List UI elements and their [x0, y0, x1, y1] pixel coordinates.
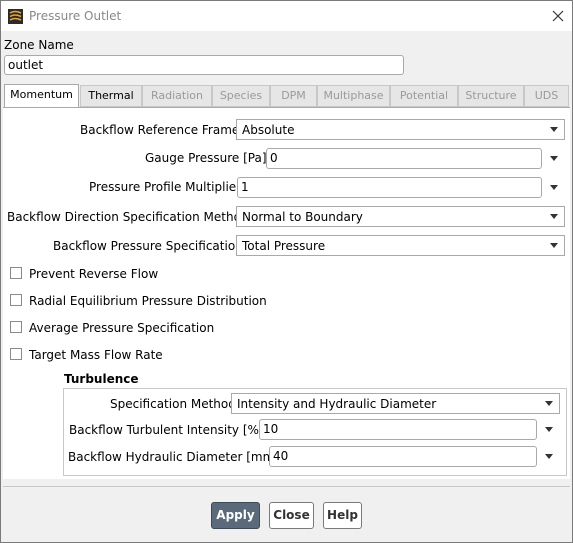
- backflow-direction-method-select[interactable]: Normal to Boundary: [236, 206, 565, 227]
- backflow-direction-method-value: Normal to Boundary: [242, 210, 363, 224]
- pressure-profile-multiplier-label: Pressure Profile Multiplier: [89, 180, 242, 194]
- zone-name-label: Zone Name: [4, 38, 74, 52]
- tab-dpm[interactable]: DPM: [270, 85, 317, 107]
- backflow-pressure-spec-label: Backflow Pressure Specification: [53, 239, 243, 253]
- prevent-reverse-flow-checkbox[interactable]: [10, 267, 22, 279]
- backflow-reference-frame-select[interactable]: Absolute: [236, 119, 565, 140]
- target-mass-flow-label: Target Mass Flow Rate: [29, 348, 163, 362]
- target-mass-flow-checkbox[interactable]: [10, 348, 22, 360]
- fluent-app-icon: [8, 9, 23, 24]
- pressure-profile-multiplier-dropdown-icon[interactable]: [550, 185, 558, 190]
- chevron-down-icon: [550, 127, 558, 132]
- turbulent-intensity-dropdown-icon[interactable]: [545, 427, 553, 432]
- tab-radiation[interactable]: Radiation: [142, 85, 212, 107]
- pressure-outlet-dialog: Pressure Outlet Zone Name outlet Momentu…: [0, 0, 573, 543]
- title-bar: Pressure Outlet: [1, 1, 572, 31]
- radial-equilibrium-label: Radial Equilibrium Pressure Distribution: [29, 294, 267, 308]
- specification-method-select[interactable]: Intensity and Hydraulic Diameter: [231, 393, 560, 414]
- gauge-pressure-dropdown-icon[interactable]: [550, 156, 558, 161]
- hydraulic-diameter-field[interactable]: 40: [269, 446, 537, 467]
- tab-momentum[interactable]: Momentum: [4, 84, 79, 108]
- gauge-pressure-field[interactable]: 0: [266, 148, 542, 169]
- chevron-down-icon: [550, 214, 558, 219]
- backflow-pressure-spec-value: Total Pressure: [242, 239, 326, 253]
- radial-equilibrium-checkbox[interactable]: [10, 294, 22, 306]
- tab-structure[interactable]: Structure: [458, 85, 524, 107]
- hydraulic-diameter-dropdown-icon[interactable]: [545, 454, 553, 459]
- tab-species[interactable]: Species: [212, 85, 270, 107]
- close-icon[interactable]: [549, 7, 567, 25]
- chevron-down-icon: [545, 401, 553, 406]
- turbulent-intensity-field[interactable]: 10: [259, 419, 537, 440]
- gauge-pressure-label: Gauge Pressure [Pa]: [145, 151, 267, 165]
- button-separator: [3, 486, 570, 487]
- average-pressure-checkbox[interactable]: [10, 321, 22, 333]
- tab-thermal[interactable]: Thermal: [80, 85, 142, 107]
- window-title: Pressure Outlet: [29, 9, 122, 23]
- turbulence-group-title: Turbulence: [64, 372, 139, 386]
- tab-multiphase[interactable]: Multiphase: [317, 85, 390, 107]
- average-pressure-label: Average Pressure Specification: [29, 321, 215, 335]
- apply-button[interactable]: Apply: [211, 502, 260, 529]
- tab-bar: Momentum Thermal Radiation Species DPM M…: [3, 84, 570, 108]
- turbulent-intensity-label: Backflow Turbulent Intensity [%]: [69, 423, 264, 437]
- backflow-reference-frame-label: Backflow Reference Frame: [80, 123, 240, 137]
- backflow-direction-method-label: Backflow Direction Specification Method: [7, 210, 249, 224]
- prevent-reverse-flow-label: Prevent Reverse Flow: [29, 267, 159, 281]
- backflow-pressure-spec-select[interactable]: Total Pressure: [236, 235, 565, 256]
- specification-method-value: Intensity and Hydraulic Diameter: [237, 397, 437, 411]
- chevron-down-icon: [550, 243, 558, 248]
- specification-method-label: Specification Method: [110, 397, 236, 411]
- tab-potential[interactable]: Potential: [390, 85, 458, 107]
- pressure-profile-multiplier-field[interactable]: 1: [237, 177, 542, 198]
- tab-uds[interactable]: UDS: [524, 85, 569, 107]
- close-button[interactable]: Close: [269, 502, 314, 529]
- backflow-reference-frame-value: Absolute: [242, 123, 295, 137]
- zone-name-field[interactable]: outlet: [4, 55, 404, 75]
- hydraulic-diameter-label: Backflow Hydraulic Diameter [mm]: [68, 450, 279, 464]
- help-button[interactable]: Help: [323, 502, 362, 529]
